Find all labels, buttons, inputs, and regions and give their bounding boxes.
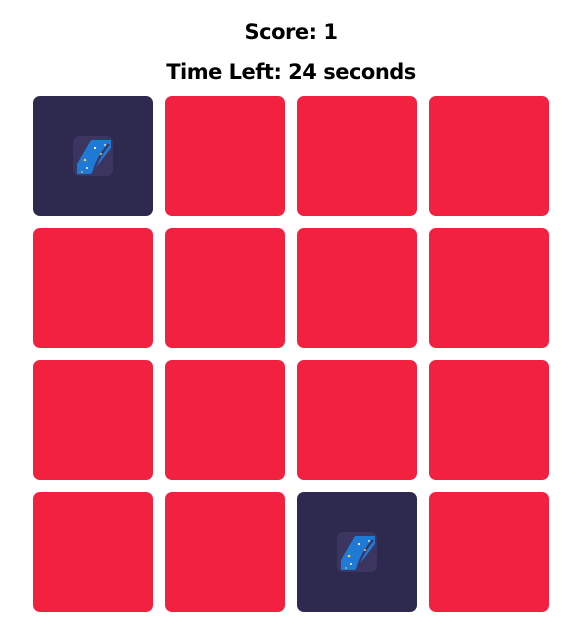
timer-label: Time Left:: [166, 60, 282, 84]
card-revealed[interactable]: [297, 492, 417, 612]
card-hidden[interactable]: [33, 492, 153, 612]
score-value: 1: [323, 20, 338, 44]
space-road-icon: [71, 134, 115, 178]
card-revealed[interactable]: [33, 96, 153, 216]
timer-value: 24: [288, 60, 317, 84]
space-road-icon: [335, 530, 379, 574]
card-hidden[interactable]: [297, 228, 417, 348]
card-hidden[interactable]: [165, 360, 285, 480]
card-grid: [33, 96, 549, 612]
score-display: Score: 1: [0, 20, 582, 44]
card-hidden[interactable]: [165, 96, 285, 216]
card-hidden[interactable]: [33, 360, 153, 480]
card-hidden[interactable]: [297, 360, 417, 480]
score-label: Score:: [244, 20, 318, 44]
timer-unit: seconds: [323, 60, 416, 84]
card-hidden[interactable]: [297, 96, 417, 216]
card-hidden[interactable]: [429, 360, 549, 480]
timer-display: Time Left: 24 seconds: [0, 60, 582, 84]
card-hidden[interactable]: [165, 492, 285, 612]
card-hidden[interactable]: [429, 96, 549, 216]
card-hidden[interactable]: [165, 228, 285, 348]
card-hidden[interactable]: [429, 492, 549, 612]
card-hidden[interactable]: [33, 228, 153, 348]
card-hidden[interactable]: [429, 228, 549, 348]
